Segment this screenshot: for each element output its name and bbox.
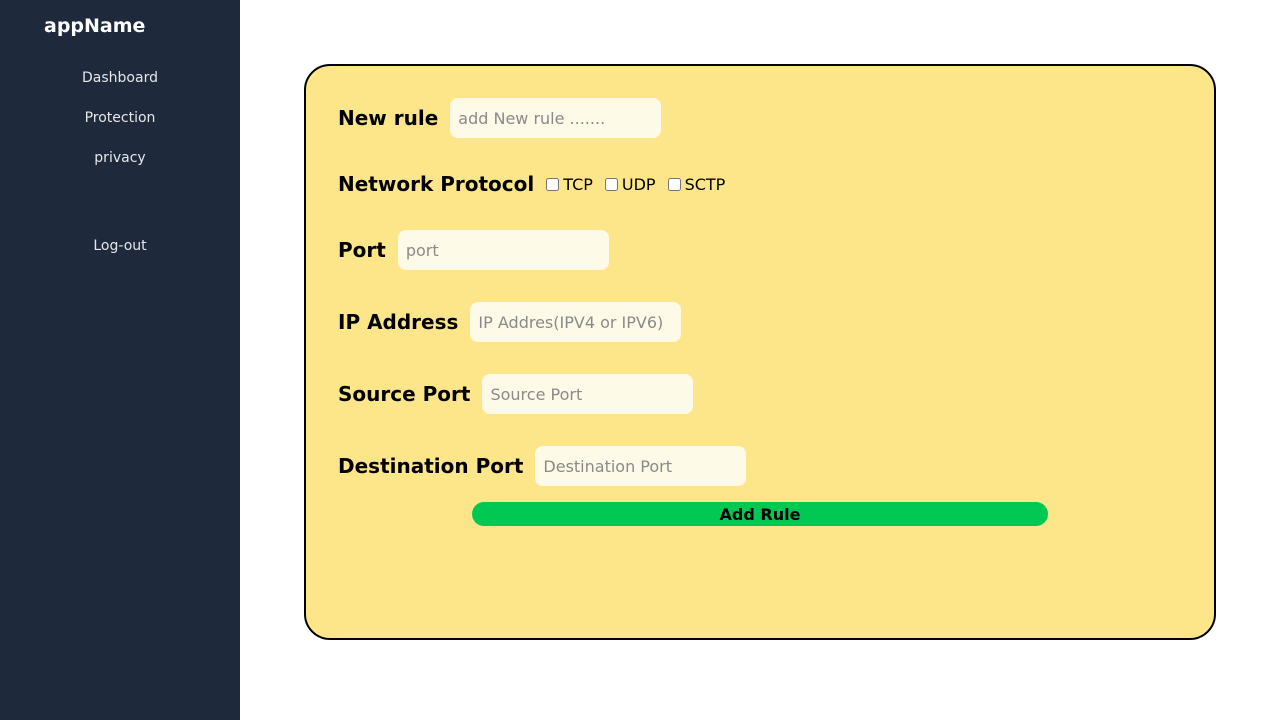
sidebar-item-protection[interactable]: Protection: [0, 109, 240, 127]
new-rule-input[interactable]: [450, 98, 662, 138]
sctp-checkbox[interactable]: [667, 177, 681, 191]
udp-checkbox[interactable]: [604, 177, 618, 191]
sidebar-item-privacy[interactable]: privacy: [0, 149, 240, 167]
new-rule-label: New rule: [338, 106, 439, 130]
network-protocol-label: Network Protocol: [338, 172, 535, 196]
add-rule-form: New rule Network Protocol TCP UDP SCTP P…: [304, 64, 1216, 640]
protocol-option-sctp[interactable]: SCTP: [667, 174, 726, 194]
add-rule-button[interactable]: Add Rule: [472, 502, 1048, 526]
sidebar-item-dashboard[interactable]: Dashboard: [0, 69, 240, 87]
ip-address-row: IP Address: [338, 302, 682, 342]
source-port-input[interactable]: [482, 374, 694, 414]
sidebar: appName Dashboard Protection privacy Log…: [0, 0, 240, 720]
source-port-label: Source Port: [338, 382, 471, 406]
port-input[interactable]: [397, 230, 609, 270]
udp-label: UDP: [621, 174, 656, 194]
ip-address-label: IP Address: [338, 310, 459, 334]
tcp-checkbox[interactable]: [546, 177, 560, 191]
network-protocol-row: Network Protocol TCP UDP SCTP: [338, 164, 737, 204]
source-port-row: Source Port: [338, 374, 694, 414]
app-name: appName: [44, 15, 146, 37]
new-rule-row: New rule: [338, 98, 662, 138]
port-label: Port: [338, 238, 386, 262]
tcp-label: TCP: [563, 174, 593, 194]
protocol-option-tcp[interactable]: TCP: [546, 175, 593, 194]
sctp-label: SCTP: [684, 174, 726, 194]
destination-port-row: Destination Port: [338, 446, 747, 486]
port-row: Port: [338, 230, 609, 270]
logout-link[interactable]: Log-out: [0, 237, 240, 255]
destination-port-label: Destination Port: [338, 454, 524, 478]
ip-address-input[interactable]: [470, 302, 682, 342]
protocol-option-udp[interactable]: UDP: [604, 174, 656, 194]
destination-port-input[interactable]: [535, 446, 747, 486]
